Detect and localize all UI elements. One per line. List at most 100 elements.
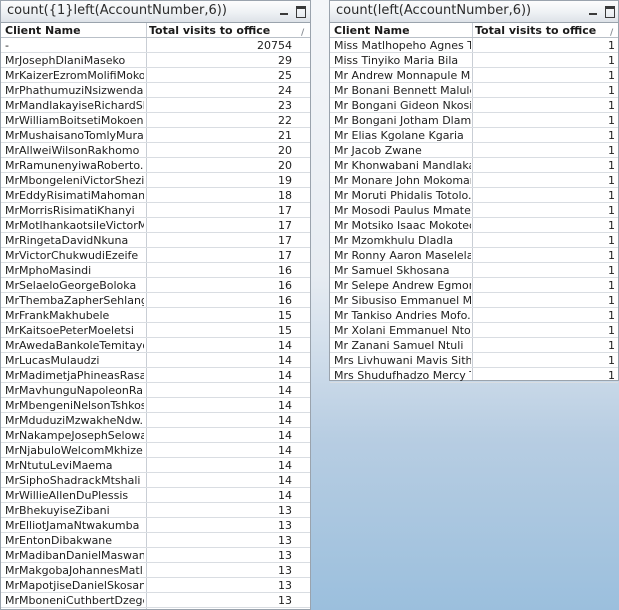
table-row[interactable]: Mr Mosodi Paulus Mmatema 1 bbox=[330, 203, 618, 218]
table-row[interactable]: Mr Monare John Mokomane 1 bbox=[330, 173, 618, 188]
table-row[interactable]: Mr Ronny Aaron Maselela 1 bbox=[330, 248, 618, 263]
table-row[interactable]: Mr Motsiko Isaac Mokotedi 1 bbox=[330, 218, 618, 233]
visits-cell: 17 bbox=[278, 204, 292, 217]
minimize-icon[interactable] bbox=[586, 4, 600, 18]
table-row[interactable]: MrFrankMakhubele 15 bbox=[1, 308, 310, 323]
client-name-cell: Miss Matlhopeho Agnes T... bbox=[334, 39, 471, 52]
table-row[interactable]: Mr Elias Kgolane Kgaria 1 bbox=[330, 128, 618, 143]
visits-cell: 1 bbox=[608, 204, 615, 217]
table-row[interactable]: MrEntonDibakwane 13 bbox=[1, 533, 310, 548]
table-row[interactable]: Mr Jacob Zwane 1 bbox=[330, 143, 618, 158]
visits-cell: 1 bbox=[608, 264, 615, 277]
visits-cell: 17 bbox=[278, 249, 292, 262]
visits-cell: 13 bbox=[278, 549, 292, 562]
table-row[interactable]: Mr Xolani Emmanuel Nto... 1 bbox=[330, 323, 618, 338]
client-name-cell: Mrs Livhuwani Mavis Sithole bbox=[334, 354, 471, 367]
table-row[interactable]: MrSiphoShadrackMtshali 14 bbox=[1, 473, 310, 488]
table-row[interactable]: MrMbengeniNelsonTshkosi 14 bbox=[1, 398, 310, 413]
maximize-icon[interactable] bbox=[294, 4, 308, 18]
column-header-total-visits[interactable]: Total visits to office bbox=[475, 23, 615, 38]
table-row[interactable]: MrAwedaBankoleTemitayo 14 bbox=[1, 338, 310, 353]
table-row[interactable]: MrEddyRisimatiMahomane 18 bbox=[1, 188, 310, 203]
total-row[interactable]: - 20754 bbox=[1, 38, 310, 53]
visits-cell: 15 bbox=[278, 324, 292, 337]
client-name-cell: Mr Sibusiso Emmanuel M... bbox=[334, 294, 471, 307]
table-row[interactable]: Mr Moruti Phidalis Totolo... 1 bbox=[330, 188, 618, 203]
table-row[interactable]: Mr Bongani Jotham Dlamini 1 bbox=[330, 113, 618, 128]
column-header-client-name[interactable]: Client Name bbox=[5, 23, 144, 38]
left-table-caption[interactable]: count({1}left(AccountNumber,6)) bbox=[1, 1, 310, 23]
maximize-icon[interactable] bbox=[603, 4, 617, 18]
visits-cell: 13 bbox=[278, 594, 292, 607]
table-row[interactable]: Mr Zanani Samuel Ntuli 1 bbox=[330, 338, 618, 353]
table-row[interactable]: Miss Tinyiko Maria Bila 1 bbox=[330, 53, 618, 68]
visits-cell: 17 bbox=[278, 234, 292, 247]
table-row[interactable]: Mrs Livhuwani Mavis Sithole 1 bbox=[330, 353, 618, 368]
table-row[interactable]: Miss Matlhopeho Agnes T... 1 bbox=[330, 38, 618, 53]
client-name-cell: MrMadimetjaPhineasRasa... bbox=[5, 369, 144, 382]
table-row[interactable]: Mr Mzomkhulu Dladla 1 bbox=[330, 233, 618, 248]
client-name-cell: Mr Selepe Andrew Egmond bbox=[334, 279, 471, 292]
table-row[interactable]: MrAllweiWilsonRakhomo 20 bbox=[1, 143, 310, 158]
table-row[interactable]: Mr Andrew Monnapule Ma... 1 bbox=[330, 68, 618, 83]
table-row[interactable]: MrPhathumuziNsizwendal... 24 bbox=[1, 83, 310, 98]
table-row[interactable]: MrWilliamBoitsetiMokoena 22 bbox=[1, 113, 310, 128]
client-name-cell: MrEddyRisimatiMahomane bbox=[5, 189, 144, 202]
column-header-client-name[interactable]: Client Name bbox=[334, 23, 471, 38]
table-row[interactable]: MrNtutuLeviMaema 14 bbox=[1, 458, 310, 473]
table-row[interactable]: MrMushaisanoTomlyMuraga 21 bbox=[1, 128, 310, 143]
visits-cell: 1 bbox=[608, 234, 615, 247]
table-row[interactable]: MrWillieAllenDuPlessis 14 bbox=[1, 488, 310, 503]
table-row[interactable]: MrMbongeleniVictorShezi 19 bbox=[1, 173, 310, 188]
right-table-caption[interactable]: count(left(AccountNumber,6)) bbox=[330, 1, 618, 23]
client-name-cell: MrThembaZapherSehlangu bbox=[5, 294, 144, 307]
table-row[interactable]: MrNjabuloWelcomMkhize 14 bbox=[1, 443, 310, 458]
table-row[interactable]: MrSelaeloGeorgeBoloka 16 bbox=[1, 278, 310, 293]
client-name-cell: MrPhathumuziNsizwendal... bbox=[5, 84, 144, 97]
table-row[interactable]: Mr Selepe Andrew Egmond 1 bbox=[330, 278, 618, 293]
client-name-cell: MrMavhunguNapoleonRa... bbox=[5, 384, 144, 397]
visits-cell: 1 bbox=[608, 54, 615, 67]
visits-cell: 1 bbox=[608, 99, 615, 112]
table-row[interactable]: MrVictorChukwudiEzeife 17 bbox=[1, 248, 310, 263]
table-row[interactable]: MrMapotjiseDanielSkosana 13 bbox=[1, 578, 310, 593]
visits-cell: 1 bbox=[608, 219, 615, 232]
table-row[interactable]: MrBhekuyiseZibani 13 bbox=[1, 503, 310, 518]
table-row[interactable]: MrMboneniCuthbertDzege 13 bbox=[1, 593, 310, 608]
table-row[interactable]: Mr Samuel Skhosana 1 bbox=[330, 263, 618, 278]
table-row[interactable]: MrMadibanDanielMaswan... 13 bbox=[1, 548, 310, 563]
table-row[interactable]: MrLucasMulaudzi 14 bbox=[1, 353, 310, 368]
table-row[interactable]: MrMphoMasindi 16 bbox=[1, 263, 310, 278]
table-row[interactable]: MrMakgobaJohannesMatl... 13 bbox=[1, 563, 310, 578]
minimize-icon[interactable] bbox=[277, 4, 291, 18]
table-row[interactable]: Mr Tankiso Andries Mofo... 1 bbox=[330, 308, 618, 323]
visits-cell: 14 bbox=[278, 354, 292, 367]
column-header-total-visits[interactable]: Total visits to office bbox=[149, 23, 292, 38]
table-row[interactable]: MrJosephDlaniMaseko 29 bbox=[1, 53, 310, 68]
table-row[interactable]: MrNakampeJosephSelowa 14 bbox=[1, 428, 310, 443]
table-row[interactable]: MrMavhunguNapoleonRa... 14 bbox=[1, 383, 310, 398]
table-row[interactable]: Mr Bonani Bennett Maluleka 1 bbox=[330, 83, 618, 98]
client-name-cell: Mr Ronny Aaron Maselela bbox=[334, 249, 471, 262]
visits-cell: 1 bbox=[608, 129, 615, 142]
table-row[interactable]: MrMandlakayiseRichardShezi 23 bbox=[1, 98, 310, 113]
table-row[interactable]: Mr Bongani Gideon Nkosi 1 bbox=[330, 98, 618, 113]
client-name-cell: MrMphoMasindi bbox=[5, 264, 92, 277]
table-row[interactable]: MrElliotJamaNtwakumba 13 bbox=[1, 518, 310, 533]
table-row[interactable]: MrMadimetjaPhineasRasa... 14 bbox=[1, 368, 310, 383]
table-row[interactable]: MrMduduziMzwakheNdw... 14 bbox=[1, 413, 310, 428]
visits-cell: 13 bbox=[278, 579, 292, 592]
table-row[interactable]: MrKaitsoePeterMoeletsi 15 bbox=[1, 323, 310, 338]
table-row[interactable]: Mr Khonwabani Mandlaka... 1 bbox=[330, 158, 618, 173]
table-row[interactable]: Mrs Shudufhadzo Mercy T... 1 bbox=[330, 368, 618, 383]
table-row[interactable]: Mr Sibusiso Emmanuel M... 1 bbox=[330, 293, 618, 308]
table-row[interactable]: MrKaizerEzromMolifiMoko... 25 bbox=[1, 68, 310, 83]
table-row[interactable]: MrMotlhankaotsileVictorM... 17 bbox=[1, 218, 310, 233]
table-row[interactable]: MrRingetaDavidNkuna 17 bbox=[1, 233, 310, 248]
table-row[interactable]: MrMorrisRisimatiKhanyi 17 bbox=[1, 203, 310, 218]
visits-cell: 18 bbox=[278, 189, 292, 202]
table-row[interactable]: MrRamunenyiwaRoberto... 20 bbox=[1, 158, 310, 173]
table-row[interactable]: MrThembaZapherSehlangu 16 bbox=[1, 293, 310, 308]
client-name-cell: MrKaizerEzromMolifiMoko... bbox=[5, 69, 144, 82]
client-name-cell: MrMduduziMzwakheNdw... bbox=[5, 414, 144, 427]
